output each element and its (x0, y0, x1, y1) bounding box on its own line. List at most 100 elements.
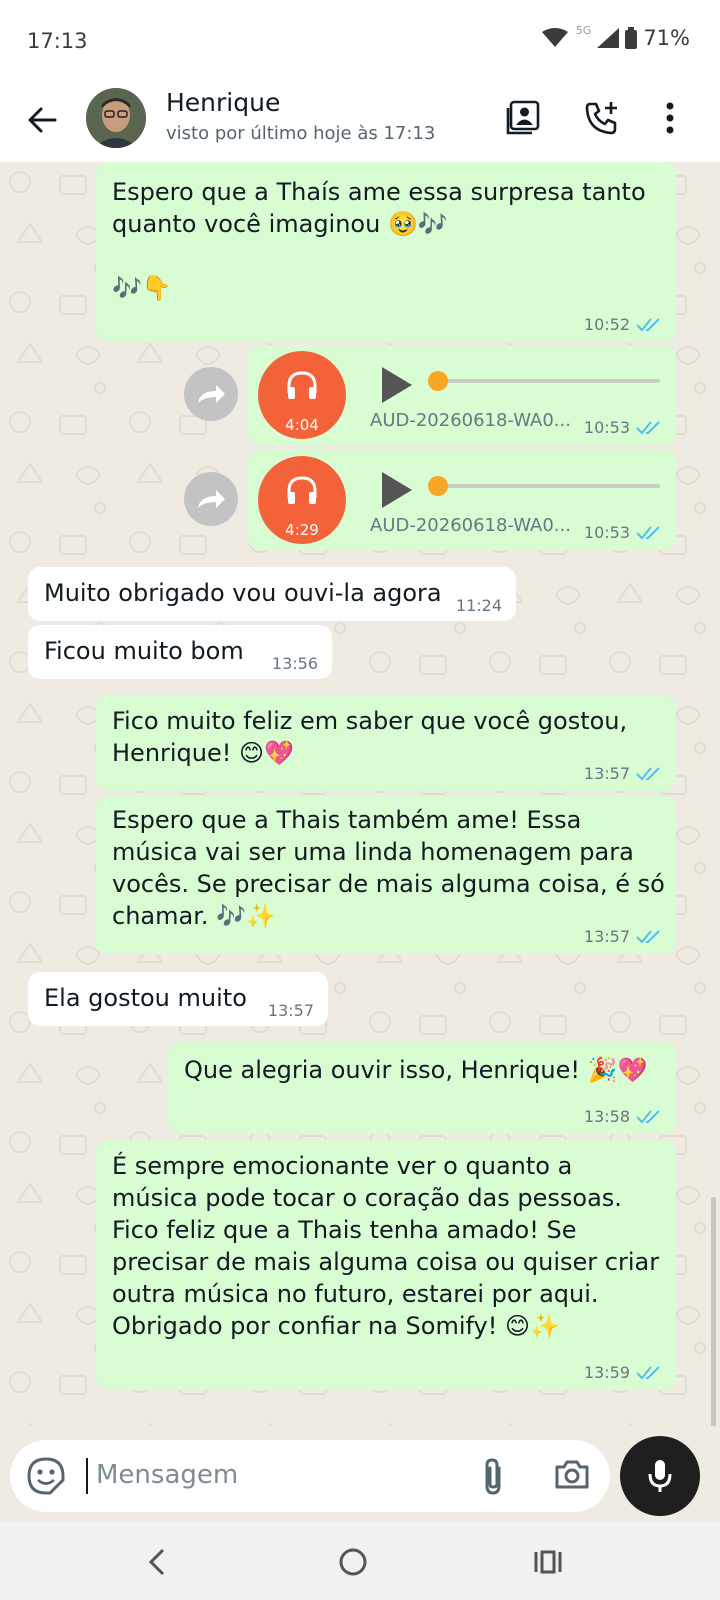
message-meta: 10:52 (584, 316, 662, 334)
battery-icon (625, 27, 638, 49)
wifi-icon (541, 28, 568, 47)
nav-home-button[interactable] (331, 1540, 375, 1584)
message-text: Fico muito feliz em saber que você gosto… (112, 707, 628, 767)
forward-button[interactable] (184, 367, 238, 421)
audio-seek-handle[interactable] (428, 476, 448, 496)
audio-message[interactable]: 4:04 AUD-20260618-WA0... 10:53 (248, 345, 676, 445)
message-time: 10:52 (583, 315, 630, 334)
audio-filename: AUD-20260618-WA0... (370, 410, 571, 431)
add-call-button[interactable] (578, 94, 626, 142)
message-text: Espero que a Thaís ame essa surpresa tan… (112, 178, 646, 302)
status-bar: 17:13 5G 71% (0, 0, 720, 80)
message-meta: 13:58 (584, 1108, 662, 1126)
forward-icon (198, 385, 225, 403)
audio-avatar: 4:04 (258, 351, 346, 439)
message-time: 13:58 (583, 1107, 630, 1126)
message-time: 10:53 (583, 523, 630, 542)
attach-icon[interactable] (480, 1456, 506, 1496)
read-tick-icon (636, 318, 660, 332)
message-time: 13:57 (267, 1001, 314, 1020)
message-outgoing[interactable]: Fico muito feliz em saber que você gosto… (96, 695, 676, 791)
message-meta: 11:24 (456, 597, 502, 615)
headphones-icon (287, 476, 317, 504)
message-incoming[interactable]: Ela gostou muito 13:57 (28, 972, 328, 1026)
nav-back-button[interactable] (135, 1540, 179, 1584)
message-text: Ela gostou muito (44, 984, 247, 1012)
microphone-icon (648, 1460, 672, 1492)
audio-avatar: 4:29 (258, 456, 346, 544)
message-outgoing[interactable]: Espero que a Thais também ame! Essa músi… (96, 796, 676, 954)
more-vert-icon (666, 102, 674, 134)
message-text: Espero que a Thais também ame! Essa músi… (112, 806, 665, 930)
scrollbar-thumb[interactable] (711, 1197, 716, 1426)
voice-record-button[interactable] (620, 1436, 700, 1516)
message-meta: 13:56 (272, 655, 318, 673)
read-tick-icon (636, 1366, 660, 1380)
forward-icon (198, 490, 225, 508)
play-icon[interactable] (378, 470, 414, 510)
sticker-icon[interactable] (26, 1456, 66, 1496)
message-time: 10:53 (583, 418, 630, 437)
nav-back-icon (148, 1548, 165, 1576)
message-incoming[interactable]: Ficou muito bom 13:56 (28, 625, 332, 679)
message-time: 13:57 (583, 927, 630, 946)
network-type: 5G (575, 23, 592, 37)
camera-icon[interactable] (554, 1456, 590, 1492)
read-tick-icon (636, 930, 660, 944)
audio-duration: 4:04 (285, 416, 319, 434)
status-icons: 5G 71% (541, 23, 690, 50)
message-meta: 13:57 (584, 928, 662, 946)
contact-card-button[interactable] (500, 94, 548, 142)
back-button[interactable] (20, 98, 64, 142)
back-arrow-icon (28, 107, 57, 133)
read-tick-icon (636, 767, 660, 781)
message-time: 13:56 (271, 654, 318, 673)
read-tick-icon (636, 526, 660, 540)
read-tick-icon (636, 1110, 660, 1124)
contact-card-icon (506, 100, 540, 135)
audio-filename: AUD-20260618-WA0... (370, 515, 571, 536)
avatar-photo (86, 88, 146, 148)
message-meta: 10:53 (584, 524, 662, 542)
more-options-button[interactable] (646, 94, 694, 142)
audio-duration: 4:29 (285, 521, 319, 539)
message-time: 13:59 (583, 1363, 630, 1382)
audio-message[interactable]: 4:29 AUD-20260618-WA0... 10:53 (248, 450, 676, 550)
chat-area[interactable]: Espero que a Thaís ame essa surpresa tan… (0, 162, 720, 1426)
signal-icon (597, 28, 620, 48)
text-cursor (86, 1458, 88, 1494)
status-time: 17:13 (27, 29, 88, 53)
message-incoming[interactable]: Muito obrigado vou ouvi-la agora 11:24 (28, 567, 516, 621)
system-nav-bar (0, 1522, 720, 1600)
message-outgoing[interactable]: É sempre emocionante ver o quanto a músi… (96, 1140, 676, 1390)
audio-progress-track[interactable] (438, 484, 660, 488)
message-outgoing[interactable]: Que alegria ouvir isso, Henrique! 🎉💖 13:… (168, 1042, 676, 1134)
message-text: Muito obrigado vou ouvi-la agora (44, 579, 442, 607)
message-input-placeholder[interactable]: Mensagem (96, 1460, 238, 1490)
composer-bar: Mensagem (0, 1426, 720, 1522)
audio-seek-handle[interactable] (428, 371, 448, 391)
message-time: 13:57 (583, 764, 630, 783)
message-text: Que alegria ouvir isso, Henrique! 🎉💖 (184, 1056, 648, 1084)
last-seen-status: visto por último hoje às 17:13 (166, 123, 436, 144)
message-meta: 13:57 (268, 1002, 314, 1020)
message-input-box[interactable]: Mensagem (10, 1440, 610, 1512)
forward-button[interactable] (184, 472, 238, 526)
contact-name[interactable]: Henrique (166, 88, 280, 117)
avatar[interactable] (86, 88, 146, 148)
message-meta: 13:59 (584, 1364, 662, 1382)
nav-recents-button[interactable] (526, 1540, 570, 1584)
read-tick-icon (636, 421, 660, 435)
audio-progress-track[interactable] (438, 379, 660, 383)
message-outgoing[interactable]: Espero que a Thaís ame essa surpresa tan… (96, 162, 676, 342)
headphones-icon (287, 371, 317, 399)
message-time: 11:24 (455, 596, 502, 615)
add-call-icon (585, 102, 617, 135)
message-meta: 10:53 (584, 419, 662, 437)
play-icon[interactable] (378, 365, 414, 405)
message-text: É sempre emocionante ver o quanto a músi… (112, 1152, 660, 1340)
nav-recents-icon (534, 1550, 562, 1574)
message-meta: 13:57 (584, 765, 662, 783)
nav-home-icon (339, 1548, 367, 1576)
message-text: Ficou muito bom (44, 637, 244, 665)
